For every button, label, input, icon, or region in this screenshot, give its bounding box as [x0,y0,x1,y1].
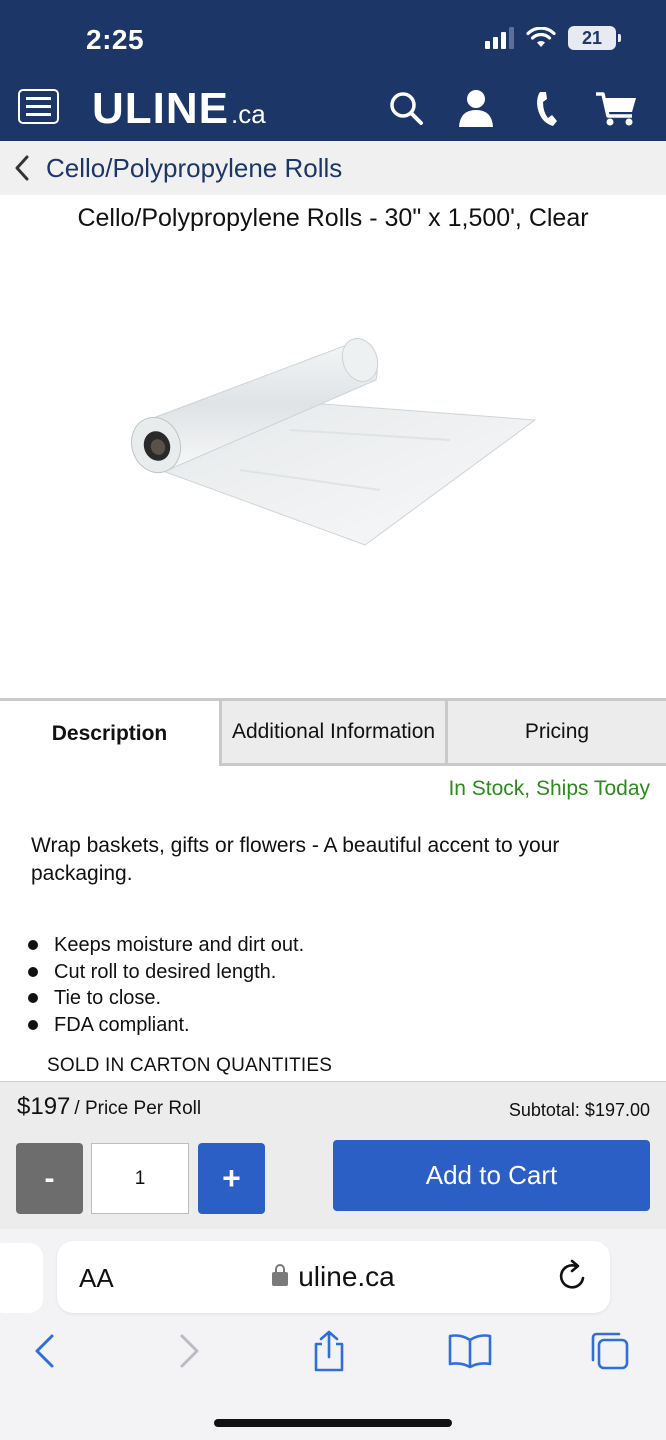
product-image[interactable] [120,320,550,560]
battery-indicator: 21 [568,26,621,50]
price-label: / Price Per Roll [74,1098,202,1119]
url-text[interactable]: uline.ca [57,1261,610,1293]
list-item: Tie to close. [28,985,628,1012]
stock-status: In Stock, Ships Today [448,777,650,800]
list-item: Cut roll to desired length. [28,959,628,986]
tabs-icon[interactable] [588,1329,632,1373]
breadcrumb[interactable]: Cello/Polypropylene Rolls [0,141,666,195]
search-icon[interactable] [386,86,426,130]
share-icon[interactable] [307,1329,351,1373]
cart-icon[interactable] [594,86,640,130]
status-icons: 21 [485,26,621,50]
list-item: FDA compliant. [28,1012,628,1039]
quantity-decrease-button[interactable]: - [16,1143,83,1214]
product-tabs: Description Additional Information Prici… [0,698,666,766]
bullet-icon [28,993,38,1004]
list-item: Keeps moisture and dirt out. [28,932,628,959]
tab-pricing[interactable]: Pricing [445,701,666,766]
cellular-signal-icon [485,27,514,49]
tab-additional-information[interactable]: Additional Information [219,701,445,766]
url-value: uline.ca [298,1261,395,1292]
forward-icon[interactable] [168,1329,212,1373]
bullet-icon [28,1019,38,1030]
account-icon[interactable] [456,86,496,130]
app-header: 2:25 21 ULINE.ca [0,0,666,141]
lock-icon [272,1264,289,1286]
logo-suffix: .ca [231,99,266,129]
list-item-text: Tie to close. [54,987,162,1009]
list-item-text: Keeps moisture and dirt out. [54,934,305,956]
status-time: 2:25 [86,24,145,55]
back-icon[interactable] [22,1329,66,1373]
quantity-increase-button[interactable]: + [198,1143,265,1214]
logo-main: ULINE [92,84,229,133]
bullet-icon [28,940,38,951]
wifi-icon [526,27,556,47]
list-item-text: Cut roll to desired length. [54,960,277,983]
product-title: Cello/Polypropylene Rolls - 30" x 1,500'… [77,204,589,232]
uline-logo[interactable]: ULINE.ca [92,84,266,134]
cart-bar: $197/ Price Per Roll Subtotal: $197.00 -… [0,1081,666,1229]
reload-icon[interactable] [556,1259,590,1293]
previous-tab-preview[interactable] [0,1243,43,1313]
subtotal: Subtotal: $197.00 [508,1100,650,1120]
price: $197/ Price Per Roll [17,1093,201,1121]
phone-icon[interactable] [526,86,566,130]
breadcrumb-link[interactable]: Cello/Polypropylene Rolls [46,153,342,184]
bookmarks-icon[interactable] [447,1329,493,1373]
home-indicator [214,1419,452,1427]
add-to-cart-button[interactable]: Add to Cart [333,1140,650,1211]
sold-note: SOLD IN CARTON QUANTITIES [47,1055,333,1076]
product-description: Wrap baskets, gifts or flowers - A beaut… [31,834,560,885]
list-item-text: FDA compliant. [54,1013,190,1036]
browser-toolbar: AA uline.ca [0,1229,666,1440]
bullet-icon [28,966,38,977]
price-value: $197 [17,1093,71,1120]
chevron-left-icon[interactable] [14,154,34,182]
menu-icon[interactable] [18,89,59,124]
tab-description[interactable]: Description [0,701,219,766]
quantity-input[interactable]: 1 [91,1143,189,1214]
address-bar[interactable]: AA uline.ca [57,1241,610,1313]
feature-list: Keeps moisture and dirt out. Cut roll to… [28,932,628,1038]
